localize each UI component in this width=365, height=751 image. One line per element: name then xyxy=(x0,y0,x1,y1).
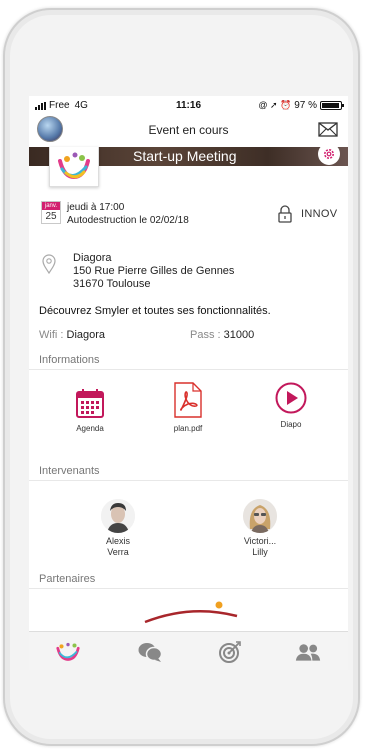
tile-label: Agenda xyxy=(76,424,104,433)
speaker-last-name: Verra xyxy=(107,547,129,557)
speaker-avatar xyxy=(243,499,277,533)
speaker-avatar xyxy=(101,499,135,533)
calendar-day: 25 xyxy=(45,211,57,222)
section-title: Intervenants xyxy=(39,465,100,477)
users-icon[interactable] xyxy=(295,640,321,664)
tile-label: plan.pdf xyxy=(173,424,203,433)
top-bar: Event en cours xyxy=(29,115,348,147)
pass-label: Pass : xyxy=(190,329,224,341)
play-icon xyxy=(251,376,331,414)
settings-gear-icon[interactable] xyxy=(318,147,340,165)
calendar-icon xyxy=(50,380,130,418)
calendar-month: janv. xyxy=(42,202,60,210)
mail-icon[interactable] xyxy=(318,122,338,142)
battery-percent: 97 % xyxy=(294,100,317,111)
autodestruct-date: Autodestruction le 02/02/18 xyxy=(67,215,189,226)
wifi-value: Diagora xyxy=(66,329,106,341)
speaker-card[interactable]: Alexis Verra xyxy=(83,499,153,558)
calendar-badge: janv. 25 xyxy=(41,201,61,224)
target-icon[interactable] xyxy=(217,640,243,664)
info-tile-plan[interactable]: plan.pdf xyxy=(148,380,228,433)
app-screen: Free 4G 11:16 @ ➚ ⏰ 97 % Event en cours … xyxy=(29,96,348,670)
section-title: Informations xyxy=(39,354,100,366)
smyler-logo-icon[interactable] xyxy=(55,640,81,664)
section-partenaires: Partenaires xyxy=(29,571,348,589)
status-bar: Free 4G 11:16 @ ➚ ⏰ 97 % xyxy=(29,96,348,114)
event-date: jeudi à 17:00 xyxy=(67,202,125,213)
page-title: Event en cours xyxy=(148,123,229,137)
status-icons: @ ➚ ⏰ xyxy=(258,100,292,110)
speaker-card[interactable]: Victori... Lilly xyxy=(225,499,295,558)
access-code: INNOV xyxy=(301,208,338,220)
place-name: Diagora xyxy=(73,252,112,264)
pdf-icon xyxy=(148,380,228,418)
speaker-first-name: Victori... xyxy=(243,536,277,546)
section-title: Partenaires xyxy=(39,573,96,585)
speaker-last-name: Lilly xyxy=(252,547,268,557)
wifi-info: Wifi : Diagora xyxy=(39,329,105,341)
tab-bar xyxy=(29,631,348,670)
wifi-label: Wifi : xyxy=(39,329,67,341)
address-line1[interactable]: 150 Rue Pierre Gilles de Gennes xyxy=(73,265,234,277)
lock-icon xyxy=(277,205,293,228)
battery-icon xyxy=(320,101,344,110)
location-pin-icon xyxy=(42,254,56,279)
chat-icon[interactable] xyxy=(137,640,163,664)
section-intervenants: Intervenants xyxy=(29,463,348,481)
tile-label: Diapo xyxy=(280,420,302,429)
section-informations: Informations xyxy=(29,352,348,370)
speaker-first-name: Alexis xyxy=(105,536,130,546)
event-logo xyxy=(49,147,99,187)
pass-value: 31000 xyxy=(223,329,255,341)
info-tile-agenda[interactable]: Agenda xyxy=(50,380,130,433)
partner-logo[interactable] xyxy=(141,600,241,631)
pass-info: Pass : 31000 xyxy=(190,329,254,341)
address-line2[interactable]: 31670 Toulouse xyxy=(73,278,150,290)
event-title: Start-up Meeting xyxy=(133,148,237,164)
event-description: Découvrez Smyler et toutes ses fonctionn… xyxy=(39,305,271,317)
info-tile-diapo[interactable]: Diapo xyxy=(251,376,331,429)
